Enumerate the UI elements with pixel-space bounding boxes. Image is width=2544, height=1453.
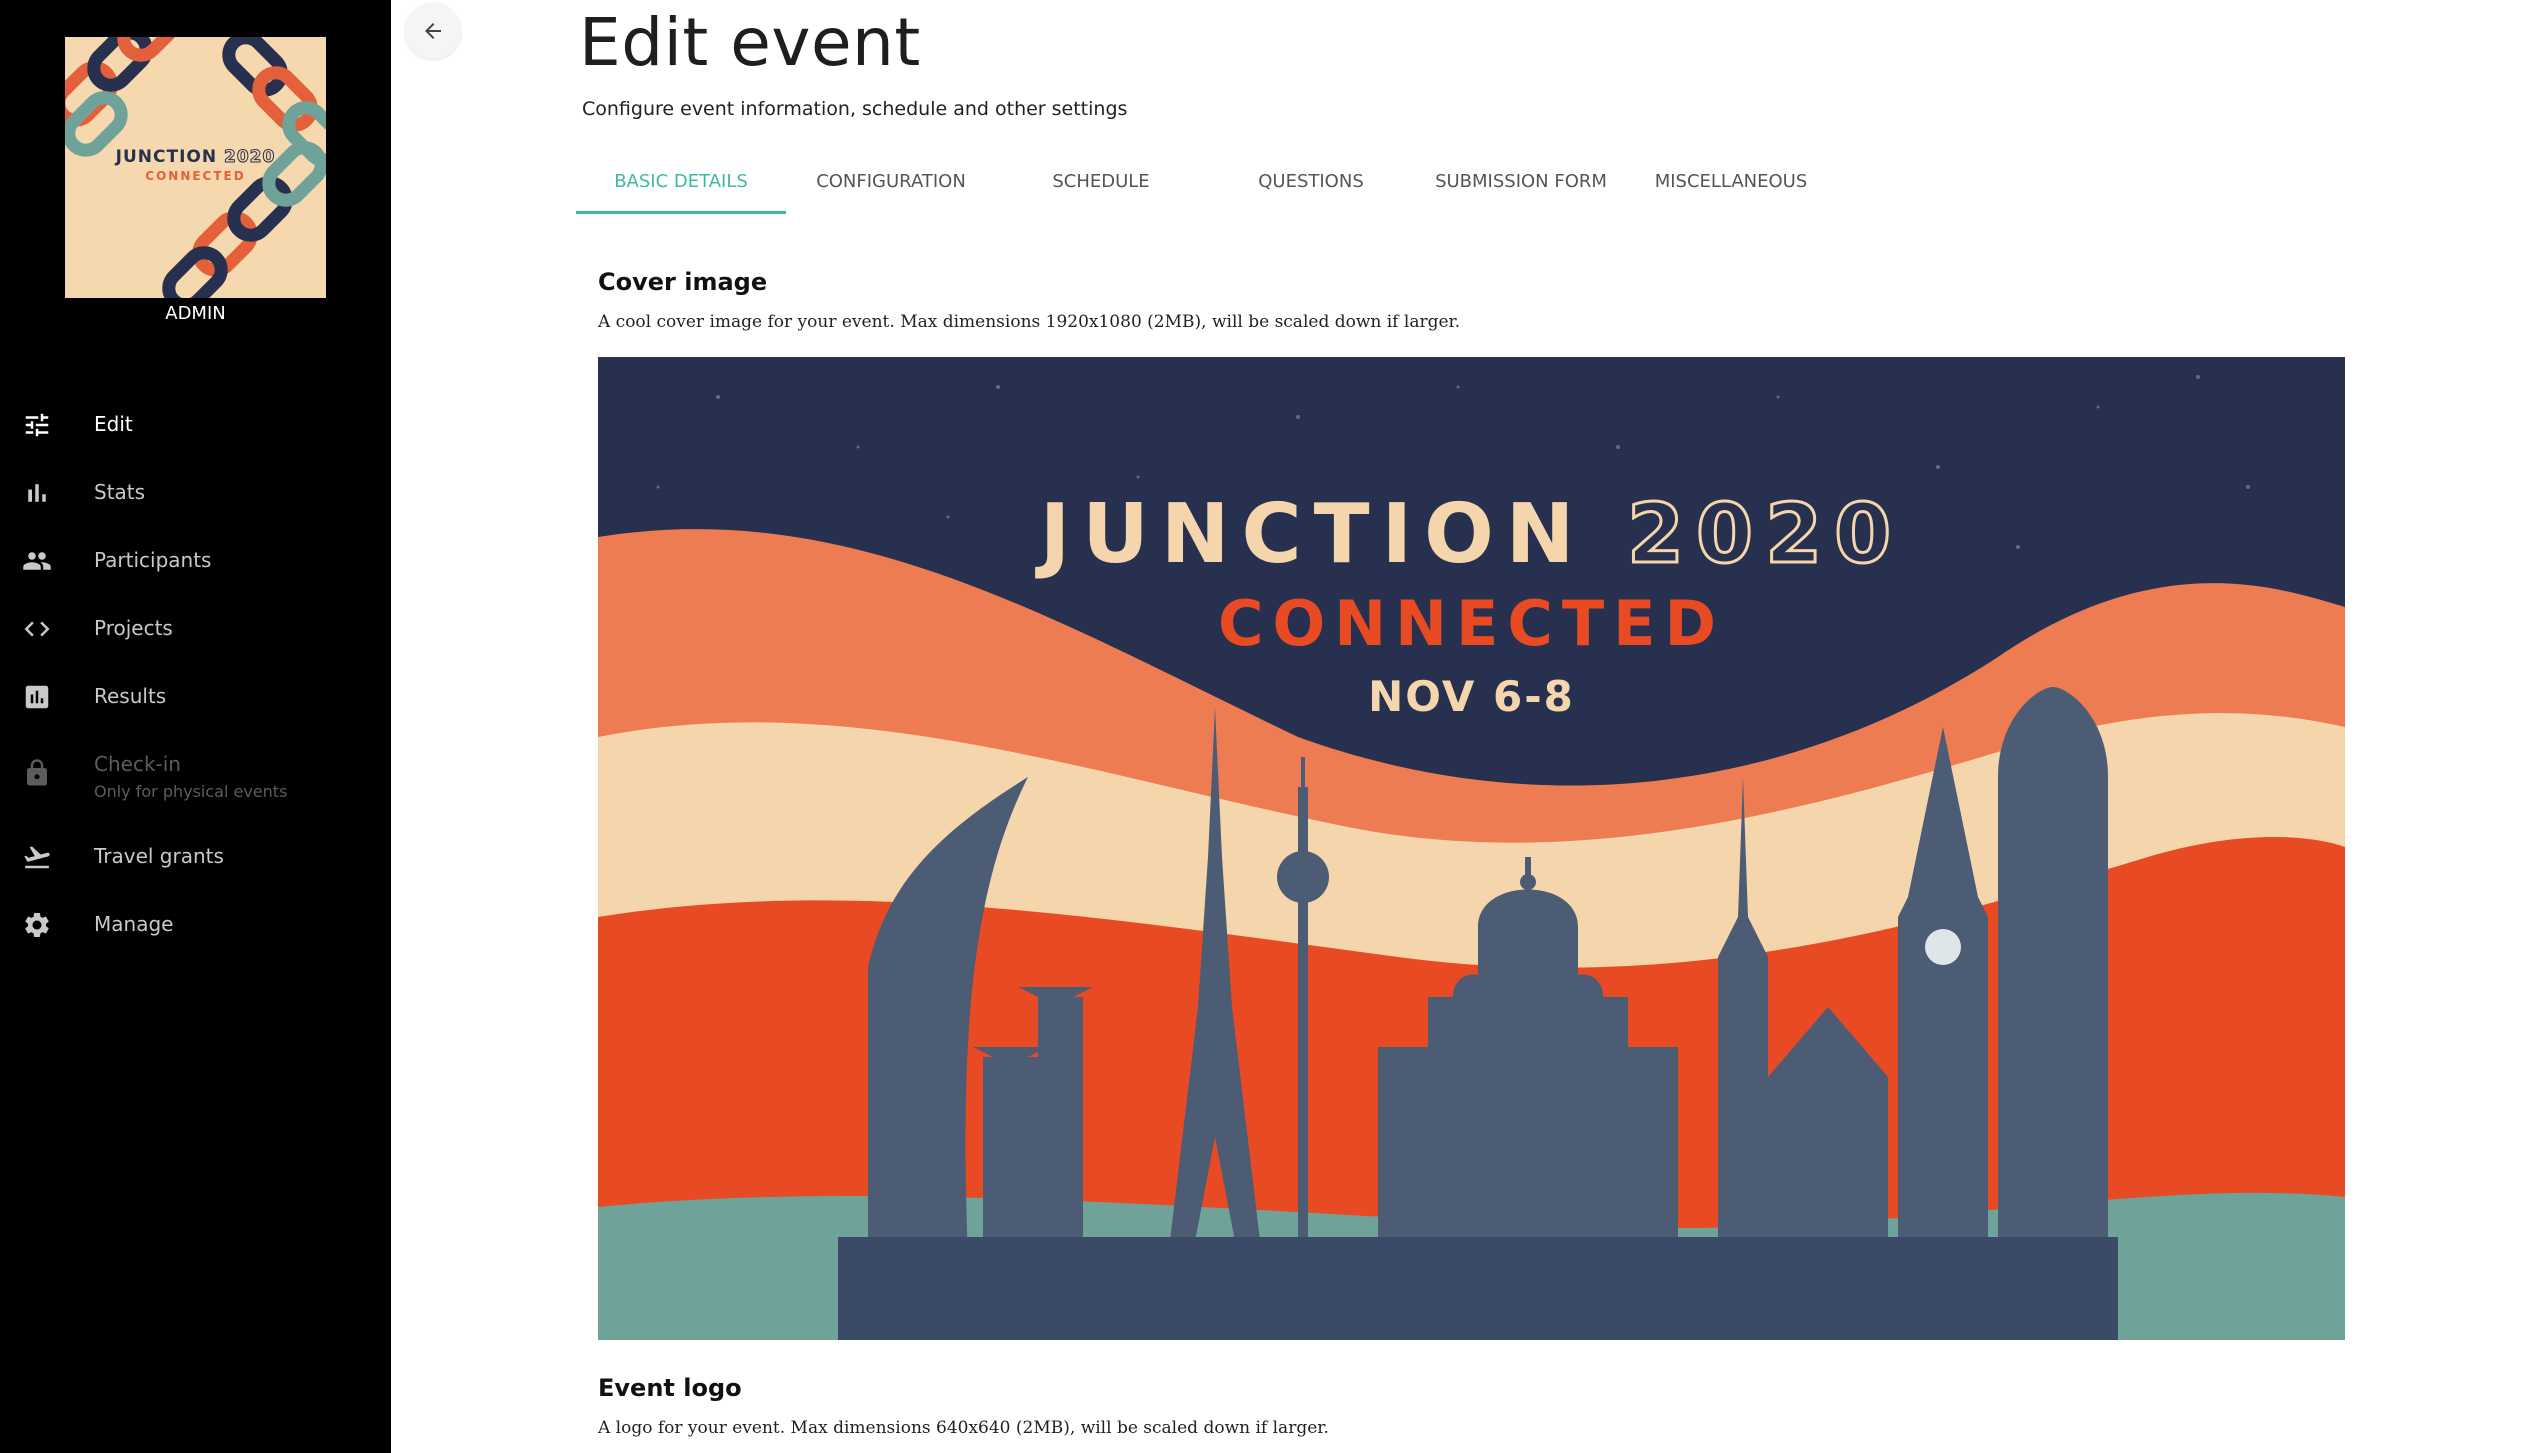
logo-title: JUNCTION 2020: [115, 147, 276, 168]
sidebar-item-label: Travel grants: [94, 844, 224, 868]
tab-basic-details[interactable]: BASIC DETAILS: [576, 160, 786, 214]
sidebar-item-travel-grants[interactable]: Travel grants: [0, 824, 391, 884]
sidebar-item-check-in: Check-in Only for physical events: [0, 732, 391, 812]
people-icon: [23, 552, 51, 570]
sidebar-item-label: Participants: [94, 548, 212, 572]
sidebar-item-label: Check-in: [94, 752, 181, 776]
cover-image-dates: NOV 6-8: [1368, 672, 1575, 721]
sidebar-item-manage[interactable]: Manage: [0, 892, 391, 952]
gear-icon: [25, 913, 49, 937]
cover-image-headline: JUNCTION 2020: [1039, 486, 1904, 584]
assessment-icon: [25, 685, 49, 709]
event-logo-title: Event logo: [598, 1374, 742, 1402]
sidebar-item-participants[interactable]: Participants: [0, 528, 391, 588]
sidebar-item-label: Manage: [94, 912, 174, 936]
code-icon: [24, 621, 50, 637]
tab-questions[interactable]: QUESTIONS: [1206, 160, 1416, 214]
tab-miscellaneous[interactable]: MISCELLANEOUS: [1626, 160, 1836, 214]
chain-graphic: [65, 37, 326, 298]
logo-subtitle: CONNECTED: [145, 169, 246, 183]
cover-image-description: A cool cover image for your event. Max d…: [598, 312, 1461, 332]
tab-schedule[interactable]: SCHEDULE: [996, 160, 1206, 214]
sidebar-item-projects[interactable]: Projects: [0, 596, 391, 656]
arrow-back-icon: [425, 23, 441, 39]
sidebar-item-results[interactable]: Results: [0, 664, 391, 724]
cover-image-tagline: CONNECTED: [1218, 587, 1725, 660]
sidebar: JUNCTION 2020 CONNECTED ADMIN Edit Stats…: [0, 0, 391, 1453]
logo-year: 2020: [224, 147, 276, 168]
flight-takeoff-icon: [24, 846, 50, 869]
tab-submission-form[interactable]: SUBMISSION FORM: [1416, 160, 1626, 214]
sidebar-item-label: Stats: [94, 480, 146, 504]
page-title: Edit event: [579, 4, 921, 81]
tab-configuration[interactable]: CONFIGURATION: [786, 160, 996, 214]
back-button[interactable]: [405, 3, 461, 59]
tab-bar: BASIC DETAILS CONFIGURATION SCHEDULE QUE…: [576, 160, 1826, 214]
user-role-label: ADMIN: [165, 303, 226, 324]
bar-chart-icon: [28, 484, 46, 502]
tune-icon: [25, 413, 49, 437]
sidebar-item-stats[interactable]: Stats: [0, 460, 391, 520]
sidebar-item-sublabel: Only for physical events: [94, 782, 288, 801]
sidebar-item-label: Edit: [94, 412, 133, 436]
cover-image-year: 2020: [1625, 486, 1904, 584]
cover-image[interactable]: JUNCTION 2020 CONNECTED NOV 6-8: [598, 357, 2345, 1340]
lock-icon: [27, 759, 47, 786]
event-logo-description: A logo for your event. Max dimensions 64…: [598, 1418, 1329, 1438]
cover-image-title: Cover image: [598, 268, 768, 296]
sidebar-item-edit[interactable]: Edit: [0, 392, 391, 452]
page-subtitle: Configure event information, schedule an…: [582, 98, 1128, 120]
sidebar-item-label: Projects: [94, 616, 173, 640]
event-logo-thumbnail[interactable]: JUNCTION 2020 CONNECTED: [65, 37, 326, 298]
sidebar-item-label: Results: [94, 684, 167, 708]
